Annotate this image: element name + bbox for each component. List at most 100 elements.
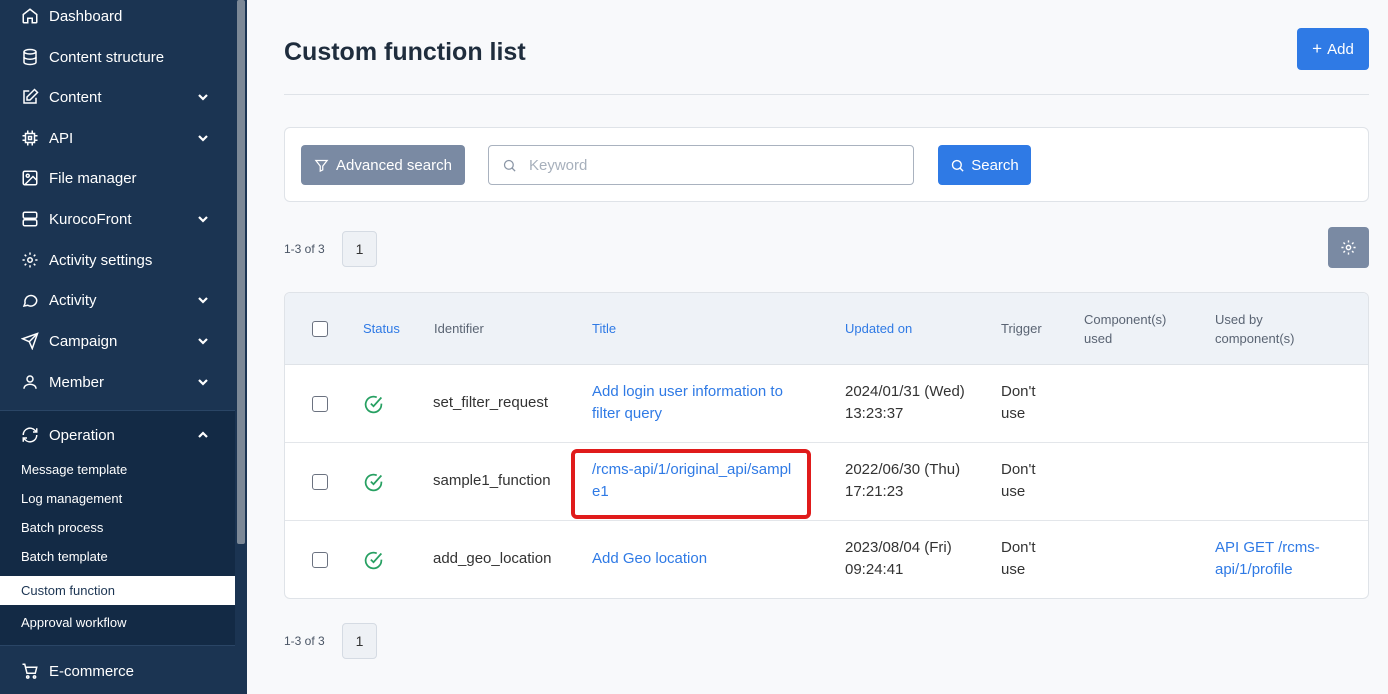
- plus-icon: +: [1312, 39, 1323, 58]
- server-icon: [21, 210, 39, 228]
- cell-updated-on: 2023/08/04 (Fri) 09:24:41: [845, 539, 952, 578]
- chevron-down-icon: [197, 90, 209, 102]
- sidebar-item-content[interactable]: Content: [0, 77, 235, 117]
- sidebar-item-label: File manager: [49, 169, 137, 187]
- row-checkbox[interactable]: [312, 552, 328, 568]
- cell-updated-on: 2024/01/31 (Wed) 13:23:37: [845, 383, 965, 422]
- search-button-label: Search: [971, 156, 1019, 174]
- search-button[interactable]: Search: [938, 145, 1031, 185]
- sidebar-item-label: Member: [49, 373, 105, 391]
- row-checkbox[interactable]: [312, 474, 328, 490]
- cell-title-link[interactable]: Add login user information to filter que…: [592, 381, 812, 425]
- highlight-box: [571, 449, 811, 519]
- sidebar-item-label: Operation: [49, 426, 115, 444]
- sidebar-item-label: Content: [49, 88, 102, 106]
- select-all-checkbox[interactable]: [312, 321, 328, 337]
- user-icon: [21, 373, 39, 391]
- cell-identifier: set_filter_request: [433, 394, 549, 411]
- cell-updated-on: 2022/06/30 (Thu) 17:21:23: [845, 461, 961, 500]
- check-circle-icon: [363, 472, 384, 493]
- filter-icon: [314, 159, 329, 172]
- sidebar-item-activity-settings[interactable]: Activity settings: [0, 240, 235, 280]
- sidebar-item-api[interactable]: API: [0, 118, 235, 158]
- sidebar-sub-message-template[interactable]: Message template: [21, 459, 127, 481]
- sidebar-item-label: Dashboard: [49, 7, 123, 25]
- search-icon: [952, 159, 964, 172]
- sidebar-sub-approval-workflow[interactable]: Approval workflow: [21, 612, 127, 634]
- sidebar-sub-label: Custom function: [21, 583, 115, 598]
- chevron-down-icon: [197, 212, 209, 224]
- database-icon: [21, 48, 39, 66]
- sidebar-item-campaign[interactable]: Campaign: [0, 321, 235, 361]
- column-settings-button[interactable]: [1328, 227, 1369, 268]
- table-row: set_filter_request Add login user inform…: [285, 365, 1368, 443]
- header-identifier: Identifier: [434, 321, 484, 336]
- add-button[interactable]: + Add: [1297, 28, 1369, 70]
- advanced-search-button[interactable]: Advanced search: [301, 145, 465, 185]
- sidebar-scrollbar[interactable]: [237, 0, 245, 544]
- table-row: sample1_function /rcms-api/1/original_ap…: [285, 443, 1368, 521]
- sidebar-item-content-structure[interactable]: Content structure: [0, 37, 235, 77]
- page-title: Custom function list: [284, 38, 526, 66]
- chevron-down-icon: [197, 293, 209, 305]
- cart-icon: [21, 662, 39, 680]
- check-circle-icon: [363, 550, 384, 571]
- add-button-label: Add: [1327, 40, 1354, 58]
- sidebar-sub-custom-function[interactable]: Custom function: [0, 576, 235, 605]
- header-status[interactable]: Status: [363, 319, 400, 338]
- home-icon: [21, 7, 39, 25]
- cell-identifier: add_geo_location: [433, 550, 552, 567]
- cell-trigger: Don't use: [1001, 383, 1036, 422]
- sidebar-item-ecommerce[interactable]: E-commerce: [0, 651, 235, 691]
- custom-function-table: Status Identifier Title Updated on Trigg…: [284, 292, 1369, 599]
- pagination-summary-bottom: 1-3 of 3: [284, 634, 325, 648]
- sidebar-item-label: Activity settings: [49, 251, 153, 269]
- sidebar-item-label: Content structure: [49, 48, 165, 66]
- table-header: Status Identifier Title Updated on Trigg…: [285, 293, 1368, 365]
- refresh-icon: [21, 426, 39, 444]
- header-used-by-components: Used by component(s): [1215, 312, 1295, 346]
- chevron-up-icon: [197, 428, 209, 440]
- keyword-field[interactable]: [488, 145, 914, 185]
- gear-icon: [21, 251, 39, 269]
- sidebar-item-label: Campaign: [49, 332, 118, 350]
- keyword-input[interactable]: [529, 156, 889, 174]
- header-trigger: Trigger: [1001, 321, 1042, 336]
- header-updated-on[interactable]: Updated on: [845, 319, 912, 338]
- search-icon: [503, 159, 516, 172]
- sidebar-sub-batch-template[interactable]: Batch template: [21, 546, 108, 568]
- sidebar-item-dashboard[interactable]: Dashboard: [0, 0, 235, 36]
- cell-identifier: sample1_function: [433, 472, 551, 489]
- sidebar: Dashboard Content structure Content API …: [0, 0, 247, 694]
- sidebar-item-label: Activity: [49, 291, 97, 309]
- chevron-down-icon: [197, 334, 209, 346]
- cell-trigger: Don't use: [1001, 539, 1036, 578]
- row-checkbox[interactable]: [312, 396, 328, 412]
- page-button[interactable]: 1: [342, 231, 377, 267]
- search-panel: Advanced search Search: [284, 127, 1369, 202]
- page-button-bottom[interactable]: 1: [342, 623, 377, 659]
- pagination-summary: 1-3 of 3: [284, 242, 325, 256]
- edit-icon: [21, 88, 39, 106]
- sidebar-item-label: API: [49, 129, 74, 147]
- divider: [284, 94, 1369, 95]
- sidebar-item-activity[interactable]: Activity: [0, 280, 235, 320]
- chip-icon: [21, 129, 39, 147]
- chat-icon: [21, 291, 39, 309]
- sidebar-sub-log-management[interactable]: Log management: [21, 488, 122, 510]
- sidebar-sub-batch-process[interactable]: Batch process: [21, 517, 103, 539]
- chevron-down-icon: [197, 375, 209, 387]
- cell-title-link[interactable]: Add Geo location: [592, 548, 812, 570]
- sidebar-item-file-manager[interactable]: File manager: [0, 158, 235, 198]
- cell-trigger: Don't use: [1001, 461, 1036, 500]
- sidebar-item-member[interactable]: Member: [0, 362, 235, 402]
- header-components-used: Component(s) used: [1084, 312, 1167, 346]
- header-title[interactable]: Title: [592, 319, 616, 338]
- image-icon: [21, 169, 39, 187]
- sidebar-item-kurocofront[interactable]: KurocoFront: [0, 199, 235, 239]
- sidebar-item-label: E-commerce: [49, 662, 135, 680]
- sidebar-item-operation[interactable]: Operation: [0, 415, 235, 455]
- advanced-search-label: Advanced search: [336, 156, 452, 174]
- cell-used-by-link[interactable]: API GET /rcms-api/1/profile: [1215, 537, 1340, 581]
- gear-icon: [1341, 240, 1356, 255]
